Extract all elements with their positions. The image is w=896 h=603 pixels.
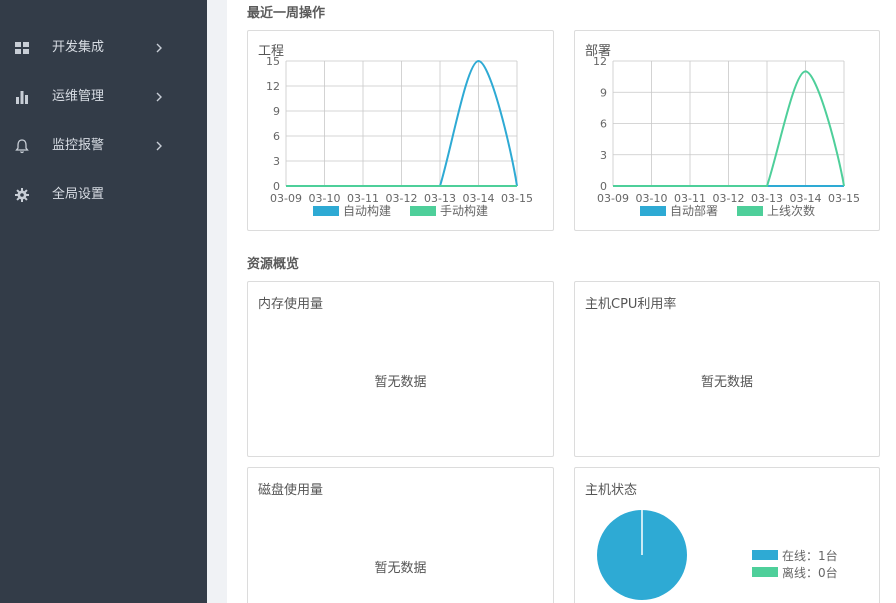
deploy-line-chart: 部署 03-09 03-10 03-11 03-12 03-13 03-14 03-1503…: [585, 44, 860, 218]
y-tick-label: 3: [600, 149, 607, 162]
card-title: 主机CPU利用率: [585, 297, 677, 312]
sidebar-item-global-settings[interactable]: 全局设置: [0, 177, 207, 213]
bell-icon: [15, 139, 29, 154]
sidebar-item-label: 运维管理: [52, 89, 105, 104]
gear-icon: [15, 188, 29, 202]
y-tick-label: 15: [266, 55, 280, 68]
x-tick-label: 03-10: [309, 192, 341, 205]
y-tick-label: 9: [600, 86, 607, 99]
sidebar: 开发集成 运维管理 监控报警 全局设置: [0, 0, 207, 603]
host-status-card: 主机状态 在线：1台 离线：0台: [574, 467, 880, 603]
build-line-chart: 工程 03-09 03-10 03-11 03-12 03-13 03-14 03-1503…: [258, 44, 533, 218]
legend-label: 自动构建: [343, 203, 391, 218]
y-tick-label: 9: [273, 105, 280, 118]
grid-icon: [15, 42, 29, 54]
sidebar-item-label: 监控报警: [52, 138, 105, 153]
empty-state-text: 暂无数据: [700, 375, 753, 390]
legend-label: 自动部署: [670, 203, 718, 218]
empty-state-text: 暂无数据: [374, 375, 427, 390]
legend-swatch: [410, 206, 436, 216]
section-title-recent-ops: 最近一周操作: [247, 6, 326, 21]
x-tick-label: 03-09: [597, 192, 629, 205]
x-tick-label: 03-15: [828, 192, 860, 205]
chevron-right-icon: [156, 92, 162, 102]
legend-swatch: [752, 567, 778, 577]
cpu-usage-card: 主机CPU利用率 暂无数据: [574, 281, 880, 457]
sidebar-item-dev-integration[interactable]: 开发集成: [0, 30, 207, 66]
y-tick-label: 12: [593, 55, 607, 68]
bar-chart-icon: [16, 91, 28, 104]
y-tick-label: 6: [600, 118, 607, 131]
empty-state-text: 暂无数据: [374, 561, 427, 576]
legend-swatch: [737, 206, 763, 216]
card-title: 内存使用量: [258, 297, 324, 312]
chevron-right-icon: [156, 43, 162, 53]
main-content: 最近一周操作 工程 03-09 03-10 03-11 03-12 03-13 03-14…: [227, 0, 896, 603]
y-tick-label: 12: [266, 80, 280, 93]
card-title: 磁盘使用量: [258, 483, 324, 498]
legend-label: 离线：0台: [782, 565, 838, 580]
host-status-pie-chart: 在线：1台离线：0台: [597, 510, 838, 600]
sidebar-item-label: 全局设置: [52, 187, 105, 202]
legend-swatch: [313, 206, 339, 216]
x-tick-label: 03-09: [270, 192, 302, 205]
section-title-resources: 资源概览: [247, 257, 300, 272]
sidebar-item-ops-management[interactable]: 运维管理: [0, 79, 207, 115]
legend-label: 在线：1台: [782, 548, 838, 563]
y-tick-label: 0: [600, 180, 607, 193]
legend-swatch: [640, 206, 666, 216]
x-tick-label: 03-10: [636, 192, 668, 205]
chevron-right-icon: [156, 141, 162, 151]
legend-label: 手动构建: [440, 203, 488, 218]
y-tick-label: 0: [273, 180, 280, 193]
disk-usage-card: 磁盘使用量 暂无数据: [247, 467, 554, 603]
legend-swatch: [752, 550, 778, 560]
memory-usage-card: 内存使用量 暂无数据: [247, 281, 554, 457]
y-tick-label: 6: [273, 130, 280, 143]
deploy-chart-card: 部署 03-09 03-10 03-11 03-12 03-13 03-14 03-15 0 3…: [574, 30, 880, 231]
sidebar-item-monitoring-alerts[interactable]: 监控报警: [0, 128, 207, 164]
legend-label: 上线次数: [767, 203, 815, 218]
x-tick-label: 03-15: [501, 192, 533, 205]
build-chart-card: 工程 03-09 03-10 03-11 03-12 03-13 03-14 03-15 0 3…: [247, 30, 554, 231]
y-tick-label: 3: [273, 155, 280, 168]
sidebar-item-label: 开发集成: [52, 40, 105, 55]
